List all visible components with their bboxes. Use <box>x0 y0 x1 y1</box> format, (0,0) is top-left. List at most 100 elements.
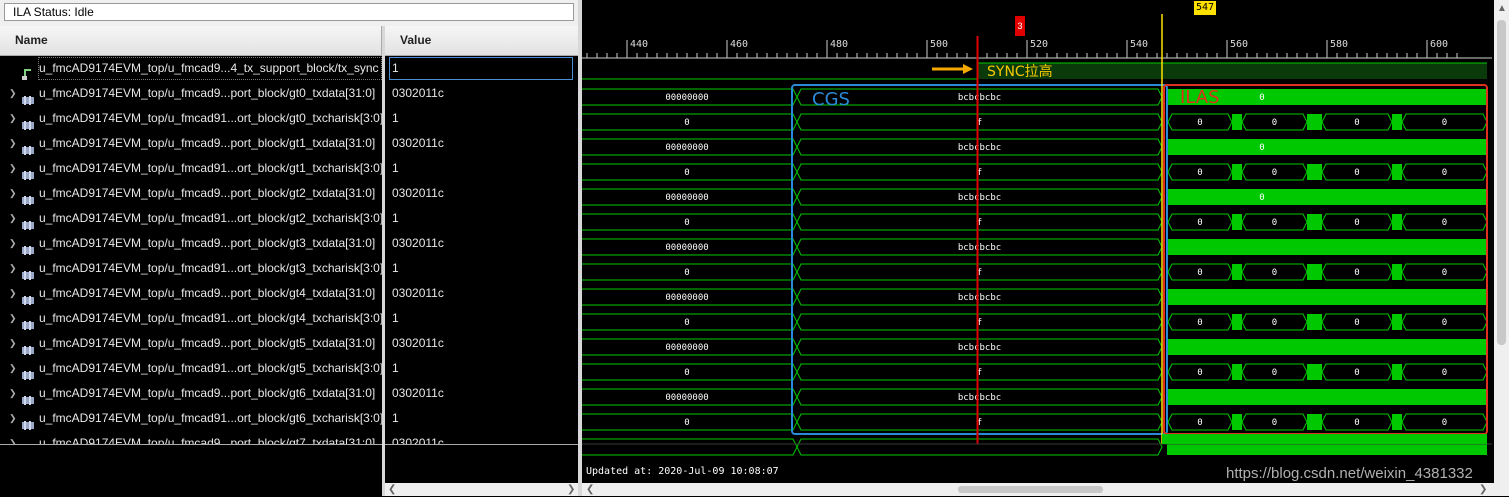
signal-row[interactable]: ❯ u_fmcAD9174EVM_top/u_fmcad9...port_bloc… <box>0 431 382 444</box>
chevron-right-icon[interactable]: ❯ <box>9 231 17 256</box>
bus-signal-icon <box>22 389 34 405</box>
ruler-tick-label: 600 <box>1430 39 1448 50</box>
signal-row[interactable]: ❯ u_fmcAD9174EVM_top/u_fmcad91...ort_bloc… <box>0 306 382 331</box>
selected-row-outline <box>38 57 382 80</box>
chevron-right-icon[interactable]: ❯ <box>9 131 17 156</box>
waveform-canvas[interactable]: 440 460 480 500 520 540 560 580 60000000000 bcbcb… <box>582 0 1494 483</box>
signal-name: u_fmcAD9174EVM_top/u_fmcad9...port_block… <box>39 436 376 444</box>
signal-value: 0302011c <box>392 386 444 400</box>
chevron-right-icon[interactable]: ❯ <box>9 331 17 356</box>
chevron-right-icon[interactable]: ❯ <box>9 106 17 131</box>
signal-value: 0302011c <box>392 136 444 150</box>
signal-row[interactable]: ❯ u_fmcAD9174EVM_top/u_fmcad9...port_bloc… <box>0 331 382 356</box>
signal-name: u_fmcAD9174EVM_top/u_fmcad91...ort_block… <box>39 411 382 425</box>
chevron-right-icon[interactable]: ❯ <box>9 81 17 106</box>
scroll-left-icon[interactable]: ❮ <box>586 483 594 496</box>
signal-value-row[interactable]: 1 <box>385 256 578 281</box>
cursor-value-label[interactable]: 547 <box>1194 1 1216 15</box>
signal-row[interactable]: ❯ u_fmcAD9174EVM_top/u_fmcad91...ort_bloc… <box>0 206 382 231</box>
signal-value-row[interactable]: 0302011c <box>385 181 578 206</box>
bus-value-label: 0 <box>1272 368 1277 378</box>
bus-value-label: 0 <box>1272 168 1277 178</box>
horizontal-scroll-thumb[interactable] <box>958 486 1103 493</box>
name-column-header[interactable]: Name <box>0 26 382 56</box>
signal-value: 1 <box>392 361 399 375</box>
chevron-right-icon[interactable]: ❯ <box>9 256 17 281</box>
bus-value-label: 0 <box>1354 318 1359 328</box>
bus-value-label: 0 <box>1197 168 1202 178</box>
bus-signal-icon <box>22 314 34 330</box>
signal-row[interactable]: ❯ u_fmcAD9174EVM_top/u_fmcad9...port_bloc… <box>0 131 382 156</box>
signal-value-row[interactable]: 1 <box>385 406 578 431</box>
chevron-right-icon[interactable]: ❯ <box>9 181 17 206</box>
bus-value-label: 0 <box>1272 418 1277 428</box>
tx-sync-high-fill <box>977 63 1487 79</box>
bus-glitch-label: 0 <box>1259 143 1264 153</box>
vertical-scroll-thumb[interactable] <box>1497 20 1506 345</box>
signal-row[interactable]: ❯ u_fmcAD9174EVM_top/u_fmcad9...port_bloc… <box>0 181 382 206</box>
cgs-highlight-box <box>791 84 1168 435</box>
chevron-right-icon[interactable]: ❯ <box>9 406 17 431</box>
chevron-right-icon[interactable]: ❯ <box>9 156 17 181</box>
signal-name: u_fmcAD9174EVM_top/u_fmcad9...port_block… <box>39 336 376 350</box>
signal-value-row[interactable]: 1 <box>385 356 578 381</box>
signal-value-row[interactable]: 0302011c <box>385 281 578 306</box>
scroll-left-icon[interactable]: ❮ <box>388 483 396 496</box>
bus-ilas-dense <box>1232 264 1242 280</box>
chevron-right-icon[interactable]: ❯ <box>9 381 17 406</box>
chevron-right-icon[interactable]: ❯ <box>9 431 17 444</box>
signal-row[interactable]: ❯ u_fmcAD9174EVM_top/u_fmcad9...port_bloc… <box>0 381 382 406</box>
signal-value-row[interactable]: 1 <box>385 206 578 231</box>
ruler-tick-label: 580 <box>1330 39 1348 50</box>
signal-row[interactable]: ❯ u_fmcAD9174EVM_top/u_fmcad91...ort_bloc… <box>0 106 382 131</box>
value-horizontal-scrollbar[interactable]: ❮ ❯ <box>385 483 578 496</box>
bus-signal-icon <box>22 164 34 180</box>
chevron-right-icon[interactable]: ❯ <box>9 206 17 231</box>
waveform-panel[interactable]: 440 460 480 500 520 540 560 580 600 00000000 bcbcb… <box>582 0 1494 483</box>
ruler-tick-label: 500 <box>930 39 948 50</box>
signal-value-row[interactable]: 0302011c <box>385 331 578 356</box>
signal-row[interactable]: ❯ u_fmcAD9174EVM_top/u_fmcad9...port_bloc… <box>0 81 382 106</box>
bus-ilas-dense <box>1392 214 1402 230</box>
signal-value-row[interactable]: 1 <box>385 306 578 331</box>
sync-label: SYNC拉高 <box>987 63 1053 80</box>
bus-signal-icon <box>22 364 34 380</box>
bus-ilas-dense <box>1168 139 1487 155</box>
scroll-up-icon[interactable]: ▲ <box>1497 2 1507 15</box>
bus-value-label: 0 <box>684 368 689 378</box>
signal-row[interactable]: ❯ u_fmcAD9174EVM_top/u_fmcad91...ort_bloc… <box>0 356 382 381</box>
signal-row[interactable]: ❯ u_fmcAD9174EVM_top/u_fmcad91...ort_bloc… <box>0 406 382 431</box>
bus-segment-cgs <box>796 438 1163 456</box>
value-column-header[interactable]: Value <box>385 26 578 56</box>
ilas-label: ILAS <box>1180 87 1220 108</box>
signal-value-row[interactable]: 0302011c <box>385 131 578 156</box>
chevron-right-icon[interactable]: ❯ <box>9 356 17 381</box>
ruler-tick-label: 520 <box>1030 39 1048 50</box>
signal-value-row[interactable]: 0302011c <box>385 431 578 444</box>
signal-value-row[interactable]: 1 <box>385 106 578 131</box>
bus-value-label: bcbcbcbc <box>958 93 1001 103</box>
signal-name-list: u_fmcAD9174EVM_top/u_fmcad9...4_tx_suppo… <box>0 56 382 444</box>
signal-value: 1 <box>392 411 399 425</box>
chevron-right-icon[interactable]: ❯ <box>9 306 17 331</box>
bus-value-label: 0 <box>1354 118 1359 128</box>
signal-row[interactable]: ❯ u_fmcAD9174EVM_top/u_fmcad9...port_bloc… <box>0 281 382 306</box>
signal-row[interactable]: ❯ u_fmcAD9174EVM_top/u_fmcad91...ort_bloc… <box>0 156 382 181</box>
bus-value-label: 0 <box>1272 318 1277 328</box>
signal-name: u_fmcAD9174EVM_top/u_fmcad9...port_block… <box>39 136 376 150</box>
signal-value-row[interactable]: 1 <box>385 156 578 181</box>
bus-value-label: 00000000 <box>665 393 708 403</box>
scroll-right-icon[interactable]: ❯ <box>567 483 575 496</box>
signal-value-row[interactable]: 0302011c <box>385 381 578 406</box>
signal-row[interactable]: ❯ u_fmcAD9174EVM_top/u_fmcad91...ort_bloc… <box>0 256 382 281</box>
scroll-right-icon[interactable]: ❯ <box>1479 483 1487 496</box>
chevron-right-icon[interactable]: ❯ <box>9 281 17 306</box>
signal-value-row[interactable]: 0302011c <box>385 81 578 106</box>
signal-value-row[interactable]: 0302011c <box>385 231 578 256</box>
bus-ilas-dense <box>1168 339 1487 355</box>
marker-flag[interactable]: 3 <box>1015 16 1025 36</box>
signal-value: 0302011c <box>392 236 444 250</box>
signal-row[interactable]: ❯ u_fmcAD9174EVM_top/u_fmcad9...port_bloc… <box>0 231 382 256</box>
bus-signal-icon <box>22 264 34 280</box>
bus-value-label: bcbcbcbc <box>958 193 1001 203</box>
